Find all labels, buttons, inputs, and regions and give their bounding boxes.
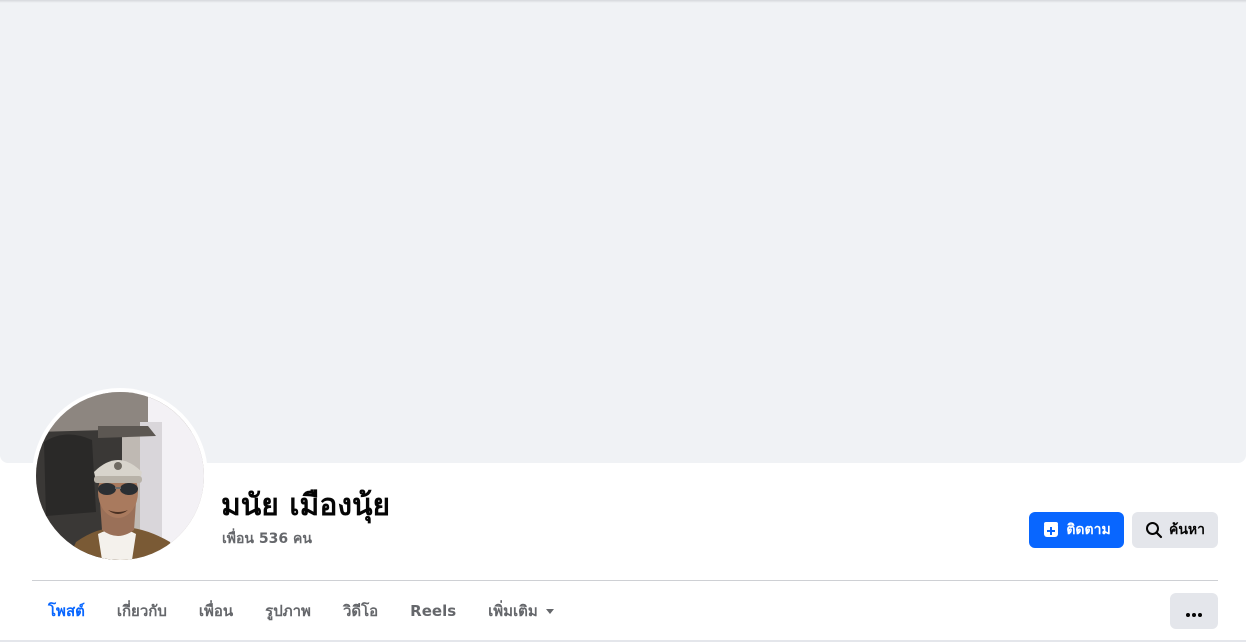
caret-down-icon — [544, 605, 556, 617]
tab-label: วิดีโอ — [342, 602, 379, 620]
tab-more[interactable]: เพิ่มเติม — [472, 581, 572, 641]
follow-plus-icon — [1042, 521, 1060, 539]
tab-about[interactable]: เกี่ยวกับ — [101, 581, 183, 641]
top-bar-shadow — [0, 0, 1246, 3]
tab-videos[interactable]: วิดีโอ — [327, 581, 394, 641]
follow-button-label: ติดตาม — [1066, 522, 1111, 538]
profile-photo-image — [36, 392, 204, 560]
tab-label: เพิ่มเติม — [488, 602, 538, 620]
tab-label: โพสต์ — [48, 602, 85, 620]
tab-label: Reels — [410, 602, 457, 620]
tab-posts[interactable]: โพสต์ — [32, 581, 101, 642]
search-button[interactable]: ค้นหา — [1132, 512, 1218, 548]
tab-label: รูปภาพ — [265, 602, 311, 620]
tab-reels[interactable]: Reels — [394, 581, 472, 641]
profile-tabs: โพสต์ เกี่ยวกับ เพื่อน รูปภาพ วิดีโอ Ree… — [32, 581, 572, 642]
cover-photo[interactable] — [0, 0, 1246, 463]
friends-count[interactable]: เพื่อน 536 คน — [222, 529, 312, 549]
more-options-icon — [1186, 602, 1202, 621]
profile-picture-frame — [32, 388, 208, 564]
follow-button[interactable]: ติดตาม — [1029, 512, 1124, 548]
profile-name: มนัย เมืองนุ้ย — [221, 488, 391, 523]
profile-page: มนัย เมืองนุ้ย เพื่อน 536 คน ติดตาม ค้นห… — [0, 0, 1246, 642]
search-button-label: ค้นหา — [1168, 522, 1206, 538]
tab-friends[interactable]: เพื่อน — [183, 581, 249, 641]
search-icon — [1145, 521, 1163, 539]
tab-label: เพื่อน — [198, 602, 234, 620]
tab-label: เกี่ยวกับ — [116, 602, 167, 620]
tab-photos[interactable]: รูปภาพ — [249, 581, 327, 641]
profile-picture[interactable] — [36, 392, 204, 560]
more-options-button[interactable] — [1170, 593, 1218, 629]
